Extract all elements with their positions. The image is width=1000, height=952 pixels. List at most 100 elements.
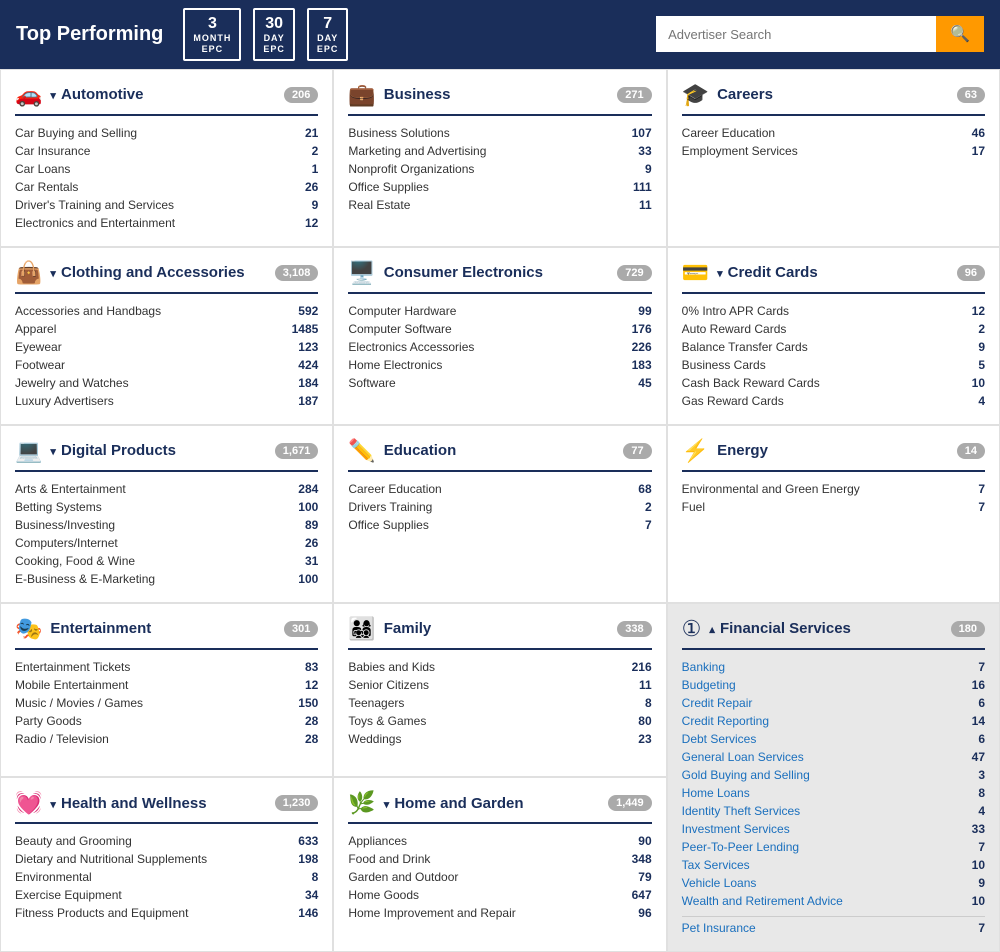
item-count: 7	[978, 482, 985, 496]
item-count: 33	[638, 144, 651, 158]
item-label[interactable]: Wealth and Retirement Advice	[682, 894, 843, 908]
search-input[interactable]	[656, 16, 936, 52]
list-item: Teenagers8	[348, 694, 651, 712]
item-label: Computer Software	[348, 322, 451, 336]
item-label: Gas Reward Cards	[682, 394, 784, 408]
item-count: 150	[298, 696, 318, 710]
financial-services-chevron[interactable]: ▴	[709, 624, 718, 636]
list-item: Vehicle Loans9	[682, 874, 985, 892]
card-automotive: 🚗▾ Automotive206Car Buying and Selling21…	[1, 70, 332, 246]
item-count: 12	[972, 304, 985, 318]
header: Top Performing 3MONTHEPC 30DAYEPC 7DAYEP…	[0, 0, 1000, 69]
item-label: Beauty and Grooming	[15, 834, 132, 848]
item-label[interactable]: Credit Repair	[682, 696, 753, 710]
item-count: 176	[632, 322, 652, 336]
item-count: 12	[305, 216, 318, 230]
clothing-title: ▾ Clothing and Accessories	[50, 264, 266, 281]
item-label: Cash Back Reward Cards	[682, 376, 820, 390]
list-item: Employment Services17	[682, 142, 985, 160]
item-label[interactable]: Home Loans	[682, 786, 750, 800]
credit-cards-chevron[interactable]: ▾	[717, 268, 726, 280]
item-count: 107	[632, 126, 652, 140]
digital-products-chevron[interactable]: ▾	[50, 446, 59, 458]
item-label[interactable]: Banking	[682, 660, 725, 674]
automotive-chevron[interactable]: ▾	[50, 90, 59, 102]
list-item: Car Rentals26	[15, 178, 318, 196]
list-item: Computer Hardware99	[348, 302, 651, 320]
item-label: Car Buying and Selling	[15, 126, 137, 140]
item-label[interactable]: Identity Theft Services	[682, 804, 801, 818]
list-item: Credit Reporting14	[682, 712, 985, 730]
home-garden-chevron[interactable]: ▾	[384, 799, 393, 811]
item-count: 1	[312, 162, 319, 176]
item-label: Electronics and Entertainment	[15, 216, 175, 230]
item-count: 28	[305, 732, 318, 746]
list-item: Real Estate11	[348, 196, 651, 214]
item-label[interactable]: Budgeting	[682, 678, 736, 692]
card-business: 💼Business271Business Solutions107Marketi…	[334, 70, 665, 246]
search-area: 🔍	[656, 16, 984, 52]
item-label: Business/Investing	[15, 518, 115, 532]
list-item: Mobile Entertainment12	[15, 676, 318, 694]
item-label[interactable]: General Loan Services	[682, 750, 804, 764]
list-item: Garden and Outdoor79	[348, 868, 651, 886]
item-label[interactable]: Gold Buying and Selling	[682, 768, 810, 782]
item-label: Home Goods	[348, 888, 419, 902]
item-label: Party Goods	[15, 714, 82, 728]
list-item: Home Electronics183	[348, 356, 651, 374]
item-label: Luxury Advertisers	[15, 394, 114, 408]
item-label: Office Supplies	[348, 180, 429, 194]
consumer-electronics-title: Consumer Electronics	[384, 264, 610, 281]
list-item: Jewelry and Watches184	[15, 374, 318, 392]
consumer-electronics-icon: 🖥️	[348, 260, 375, 286]
item-label[interactable]: Tax Services	[682, 858, 750, 872]
list-item: Marketing and Advertising33	[348, 142, 651, 160]
health-wellness-icon: 💓	[15, 790, 42, 816]
item-label[interactable]: Pet Insurance	[682, 921, 756, 935]
list-item: Electronics Accessories226	[348, 338, 651, 356]
item-count: 9	[978, 340, 985, 354]
item-label: Business Cards	[682, 358, 766, 372]
item-label[interactable]: Debt Services	[682, 732, 757, 746]
card-financial-services: ①▴ Financial Services180Banking7Budgetin…	[668, 604, 999, 951]
credit-cards-count: 96	[957, 265, 985, 281]
list-item: Banking7	[682, 658, 985, 676]
item-count: 89	[305, 518, 318, 532]
item-label: Entertainment Tickets	[15, 660, 130, 674]
health-wellness-chevron[interactable]: ▾	[50, 799, 59, 811]
financial-services-count: 180	[951, 621, 985, 637]
item-count: 31	[305, 554, 318, 568]
item-label: Real Estate	[348, 198, 410, 212]
7-day-epc-button[interactable]: 7DAYEPC	[307, 8, 349, 61]
list-item: Home Loans8	[682, 784, 985, 802]
home-garden-count: 1,449	[608, 795, 652, 811]
item-count: 47	[972, 750, 985, 764]
list-item: Entertainment Tickets83	[15, 658, 318, 676]
item-count: 146	[298, 906, 318, 920]
3-month-epc-button[interactable]: 3MONTHEPC	[183, 8, 241, 61]
item-count: 26	[305, 180, 318, 194]
education-icon: ✏️	[348, 438, 375, 464]
home-garden-icon: 🌿	[348, 790, 375, 816]
item-label: Weddings	[348, 732, 401, 746]
item-count: 183	[632, 358, 652, 372]
item-label[interactable]: Vehicle Loans	[682, 876, 757, 890]
item-label[interactable]: Peer-To-Peer Lending	[682, 840, 799, 854]
careers-icon: 🎓	[682, 82, 709, 108]
item-count: 10	[972, 376, 985, 390]
item-label[interactable]: Investment Services	[682, 822, 790, 836]
item-count: 96	[638, 906, 651, 920]
list-item: Senior Citizens11	[348, 676, 651, 694]
clothing-chevron[interactable]: ▾	[50, 268, 59, 280]
item-count: 184	[298, 376, 318, 390]
list-item: Music / Movies / Games150	[15, 694, 318, 712]
automotive-count: 206	[284, 87, 318, 103]
item-label: Office Supplies	[348, 518, 429, 532]
item-label: Environmental	[15, 870, 92, 884]
list-item: Babies and Kids216	[348, 658, 651, 676]
30-day-epc-button[interactable]: 30DAYEPC	[253, 8, 295, 61]
item-label: Cooking, Food & Wine	[15, 554, 135, 568]
list-item: Auto Reward Cards2	[682, 320, 985, 338]
item-label[interactable]: Credit Reporting	[682, 714, 769, 728]
search-button[interactable]: 🔍	[936, 16, 984, 52]
